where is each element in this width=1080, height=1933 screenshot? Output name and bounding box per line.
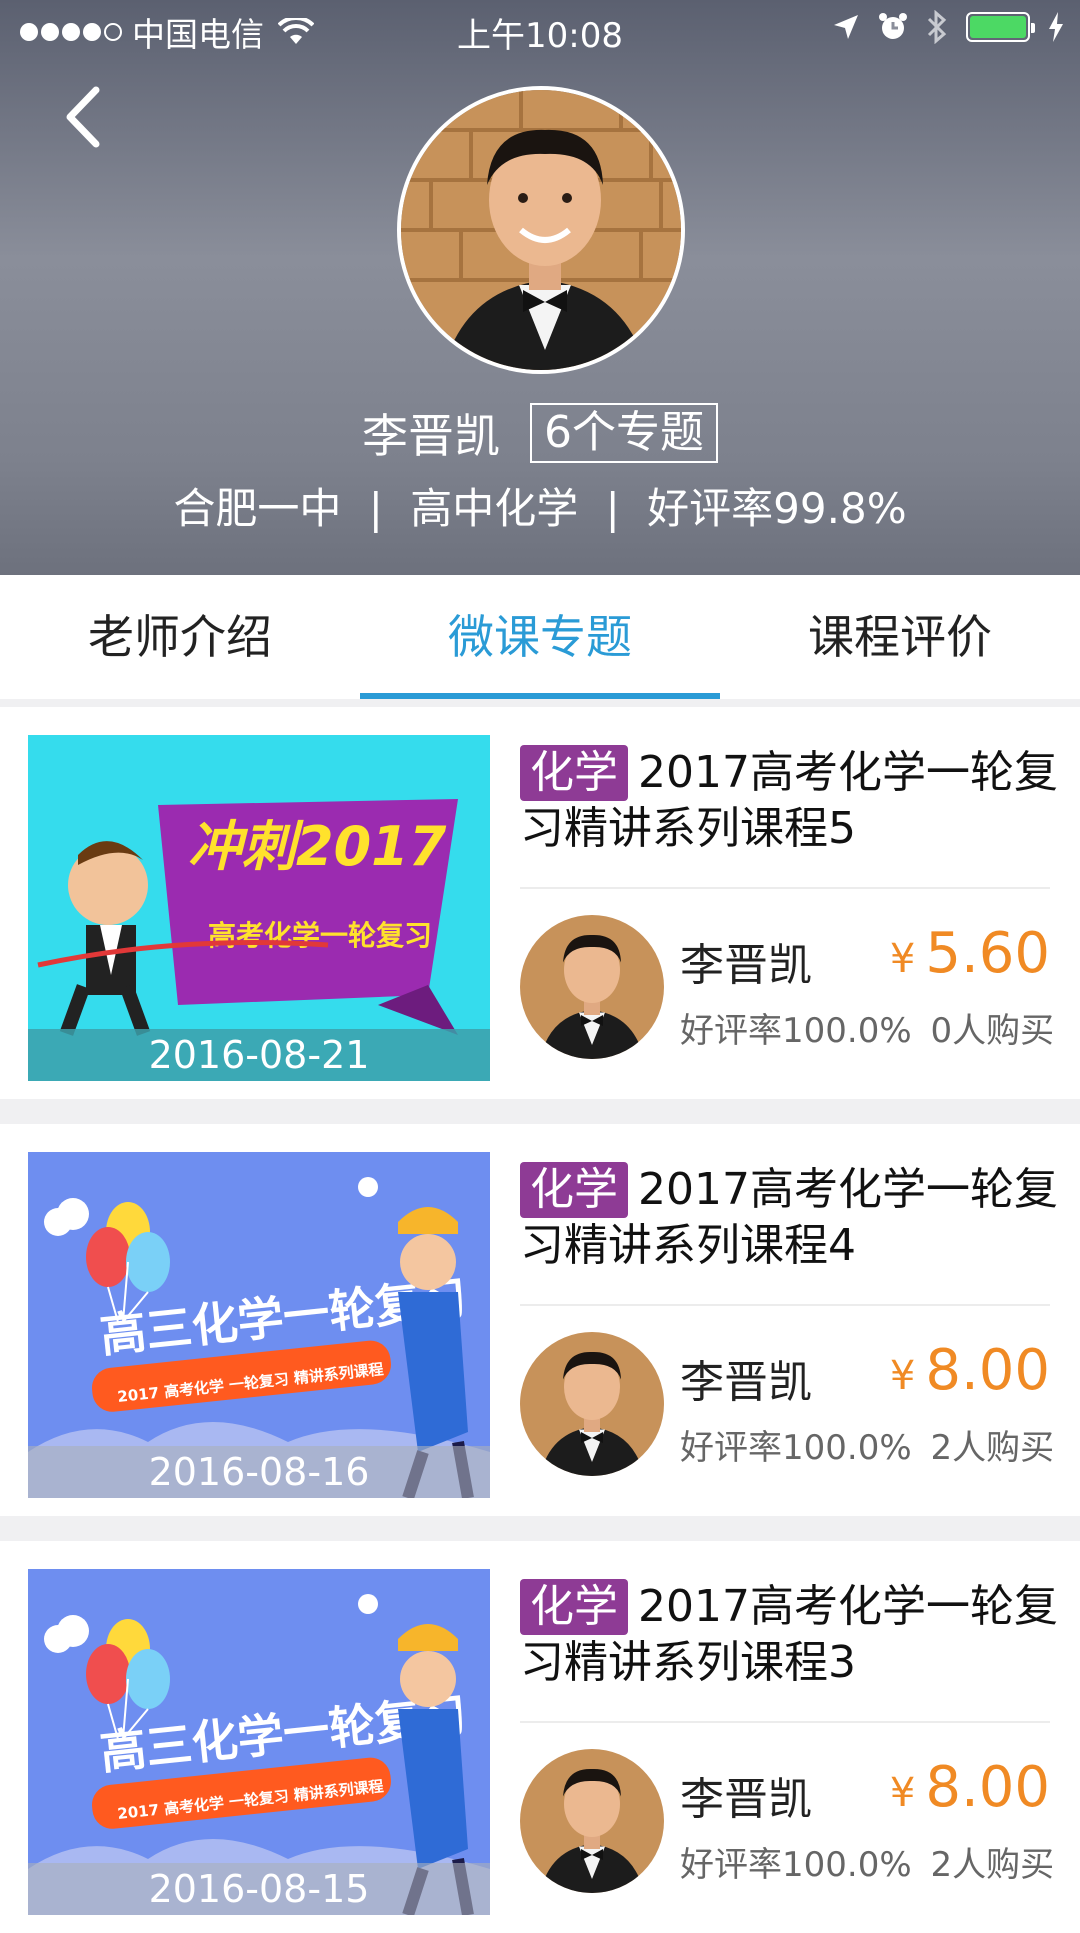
teacher-avatar [397,86,685,374]
course-teacher-name: 李晋凯 [680,1357,812,1408]
course-card[interactable]: 高三化学一轮复习 2017 高考化学 一轮复习 精讲系列课程 2016-08-1… [0,1541,1080,1933]
status-bar: 中国电信 上午10:08 [0,0,1080,58]
course-date: 2016-08-21 [28,1029,490,1081]
course-price: ¥5.60 [890,921,1050,986]
teacher-avatar-small [520,1332,664,1476]
divider [520,1304,1050,1306]
subject-tag: 化学 [520,745,628,801]
course-date: 2016-08-16 [28,1446,490,1498]
chevron-left-icon [66,86,100,148]
course-rating: 好评率100.0% [680,1845,912,1885]
teacher-name: 李晋凯 [362,409,500,463]
course-thumbnail[interactable]: 高三化学一轮复习 2017 高考化学 一轮复习 精讲系列课程 2016-08-1… [28,1569,490,1915]
course-card[interactable]: 高三化学一轮复习 2017 高考化学 一轮复习 精讲系列课程 2016-08-1… [0,1124,1080,1516]
course-stats: 好评率100.0% 0人购买 [680,1003,1054,1052]
divider [520,1721,1050,1723]
teacher-name-line: 李晋凯 6个专题 [0,400,1080,466]
teacher-avatar-small [520,1749,664,1893]
status-right [832,10,1064,44]
price-value: 5.60 [925,921,1050,986]
teacher-avatar-small [520,915,664,1059]
course-buyers: 2人购买 [930,1428,1055,1468]
profile-header: 中国电信 上午10:08 李晋凯 6个专题 合肥一中 | 高中化学 | 好评率9… [0,0,1080,575]
banner-subtitle: 高考化学一轮复习 [208,919,432,952]
tab-bar: 老师介绍 微课专题 课程评价 [0,575,1080,699]
banner-title: 冲刺2017 [188,815,447,878]
course-stats: 好评率100.0% 2人购买 [680,1420,1054,1469]
battery-icon [966,12,1035,42]
tab-course-reviews[interactable]: 课程评价 [720,575,1080,699]
bluetooth-icon [927,10,947,44]
course-teacher-name: 李晋凯 [680,940,812,991]
charging-icon [1049,12,1063,42]
course-thumbnail[interactable]: 冲刺2017 高考化学一轮复习 2016-08-21 [28,735,490,1081]
course-title[interactable]: 化学 2017高考化学一轮复习精讲系列课程3 [520,1579,1060,1691]
course-date: 2016-08-15 [28,1863,490,1915]
subject-tag: 化学 [520,1579,628,1635]
course-teacher-name: 李晋凯 [680,1774,812,1825]
tab-teacher-intro[interactable]: 老师介绍 [0,575,360,699]
currency-symbol: ¥ [889,1353,916,1399]
separator: | [368,484,383,533]
separator: | [605,484,620,533]
course-stats: 好评率100.0% 2人购买 [680,1837,1054,1886]
teacher-subject: 高中化学 [410,484,579,533]
course-buyers: 2人购买 [930,1845,1055,1885]
teacher-info: 合肥一中 | 高中化学 | 好评率99.8% [0,475,1080,536]
subject-tag: 化学 [520,1162,628,1218]
topic-count-badge[interactable]: 6个专题 [530,403,718,463]
course-rating: 好评率100.0% [680,1011,912,1051]
teacher-rating: 好评率99.8% [647,484,907,533]
course-buyers: 0人购买 [930,1011,1055,1051]
course-card[interactable]: 冲刺2017 高考化学一轮复习 2016-08-21 化学 2017高考化学一轮复… [0,707,1080,1099]
course-title[interactable]: 化学 2017高考化学一轮复习精讲系列课程4 [520,1162,1060,1274]
course-rating: 好评率100.0% [680,1428,912,1468]
location-icon [834,15,858,39]
course-price: ¥8.00 [890,1755,1050,1820]
teacher-school: 合肥一中 [173,484,342,533]
course-price: ¥8.00 [890,1338,1050,1403]
price-value: 8.00 [925,1338,1050,1403]
course-thumbnail[interactable]: 高三化学一轮复习 2017 高考化学 一轮复习 精讲系列课程 2016-08-1… [28,1152,490,1498]
alarm-icon [879,13,907,39]
divider [520,887,1050,889]
currency-symbol: ¥ [889,936,916,982]
course-title[interactable]: 化学 2017高考化学一轮复习精讲系列课程5 [520,745,1060,857]
tab-micro-courses[interactable]: 微课专题 [360,575,720,699]
price-value: 8.00 [925,1755,1050,1820]
currency-symbol: ¥ [889,1770,916,1816]
back-button[interactable] [58,82,118,152]
